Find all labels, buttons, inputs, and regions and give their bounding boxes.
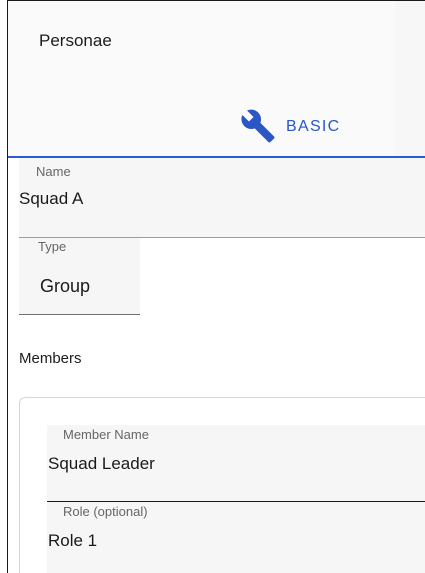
member-name-label: Member Name: [63, 427, 149, 442]
name-field-value: Squad A: [19, 189, 84, 208]
members-section-title: Members: [19, 350, 82, 367]
tab-basic[interactable]: BASIC: [240, 108, 341, 144]
name-field[interactable]: Name Squad A: [19, 158, 425, 238]
header-right-strip: [395, 1, 425, 156]
role-field[interactable]: Role (optional) Role 1: [47, 502, 425, 573]
role-field-label: Role (optional): [63, 504, 148, 519]
tab-basic-label: BASIC: [286, 118, 341, 135]
member-name-value: Squad Leader: [48, 454, 155, 473]
page-title: Personae: [39, 31, 112, 50]
role-field-value: Role 1: [48, 531, 98, 550]
name-field-label: Name: [36, 164, 71, 179]
wrench-icon: [241, 109, 275, 143]
member-name-field[interactable]: Member Name Squad Leader: [47, 425, 425, 502]
header-panel: [8, 1, 425, 156]
type-field[interactable]: Type Group: [19, 238, 140, 315]
type-field-label: Type: [38, 239, 67, 254]
type-field-value: Group: [40, 276, 91, 296]
